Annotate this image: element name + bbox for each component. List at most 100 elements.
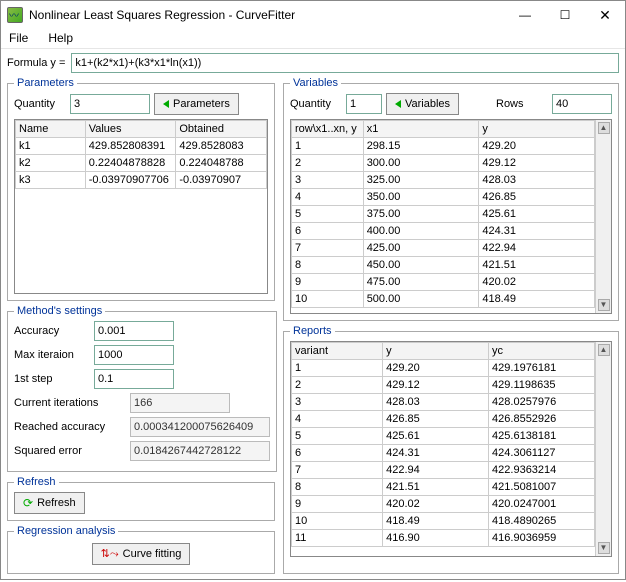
- cell-y[interactable]: 424.31: [383, 445, 489, 462]
- cell-yc[interactable]: 421.5081007: [489, 479, 595, 496]
- variables-button[interactable]: Variables: [386, 93, 459, 115]
- cell-y[interactable]: 425.61: [479, 206, 595, 223]
- cell-obtained[interactable]: 429.8528083: [176, 138, 267, 155]
- cell-yc[interactable]: 418.4890265: [489, 513, 595, 530]
- cell-x1[interactable]: 298.15: [363, 138, 479, 155]
- table-row[interactable]: 2300.00429.12: [292, 155, 595, 172]
- curve-fitting-button[interactable]: ⇅⤳Curve fitting: [92, 543, 191, 565]
- scroll-up-icon[interactable]: ▲: [598, 344, 610, 356]
- cell-x1[interactable]: 325.00: [363, 172, 479, 189]
- table-row[interactable]: 6424.31424.3061127: [292, 445, 595, 462]
- cell-y[interactable]: 428.03: [383, 394, 489, 411]
- cell-row[interactable]: 10: [292, 291, 364, 308]
- cell-y[interactable]: 422.94: [479, 240, 595, 257]
- cell-variant[interactable]: 4: [292, 411, 383, 428]
- cell-x1[interactable]: 350.00: [363, 189, 479, 206]
- cell-y[interactable]: 428.03: [479, 172, 595, 189]
- cell-row[interactable]: 5: [292, 206, 364, 223]
- table-row[interactable]: 5375.00425.61: [292, 206, 595, 223]
- refresh-button[interactable]: ⟳Refresh: [14, 492, 85, 514]
- cell-yc[interactable]: 422.9363214: [489, 462, 595, 479]
- minimize-button[interactable]: —: [505, 1, 545, 29]
- table-row[interactable]: k1429.852808391429.8528083: [16, 138, 267, 155]
- cell-yc[interactable]: 416.9036959: [489, 530, 595, 547]
- table-row[interactable]: 4350.00426.85: [292, 189, 595, 206]
- formula-input[interactable]: [71, 53, 619, 73]
- cell-row[interactable]: 1: [292, 138, 364, 155]
- cell-y[interactable]: 421.51: [383, 479, 489, 496]
- cell-value[interactable]: -0.03970907706: [85, 172, 176, 189]
- cell-variant[interactable]: 2: [292, 377, 383, 394]
- close-button[interactable]: ✕: [585, 1, 625, 29]
- menu-help[interactable]: Help: [44, 29, 77, 48]
- cell-variant[interactable]: 10: [292, 513, 383, 530]
- cell-name[interactable]: k2: [16, 155, 86, 172]
- table-row[interactable]: 1298.15429.20: [292, 138, 595, 155]
- var-qty-input[interactable]: [346, 94, 382, 114]
- table-row[interactable]: 11416.90416.9036959: [292, 530, 595, 547]
- cell-y[interactable]: 421.51: [479, 257, 595, 274]
- table-row[interactable]: 7425.00422.94: [292, 240, 595, 257]
- scroll-down-icon[interactable]: ▼: [598, 542, 610, 554]
- rows-input[interactable]: [552, 94, 612, 114]
- cell-y[interactable]: 429.12: [383, 377, 489, 394]
- table-row[interactable]: 6400.00424.31: [292, 223, 595, 240]
- cell-yc[interactable]: 425.6138181: [489, 428, 595, 445]
- cell-obtained[interactable]: 0.224048788: [176, 155, 267, 172]
- table-row[interactable]: 7422.94422.9363214: [292, 462, 595, 479]
- table-row[interactable]: k3-0.03970907706-0.03970907: [16, 172, 267, 189]
- cell-variant[interactable]: 6: [292, 445, 383, 462]
- cell-variant[interactable]: 1: [292, 360, 383, 377]
- cell-yc[interactable]: 429.1976181: [489, 360, 595, 377]
- cell-y[interactable]: 429.20: [479, 138, 595, 155]
- table-row[interactable]: 1429.20429.1976181: [292, 360, 595, 377]
- cell-row[interactable]: 4: [292, 189, 364, 206]
- cell-x1[interactable]: 450.00: [363, 257, 479, 274]
- cell-y[interactable]: 426.85: [479, 189, 595, 206]
- cell-yc[interactable]: 428.0257976: [489, 394, 595, 411]
- table-row[interactable]: 8421.51421.5081007: [292, 479, 595, 496]
- cell-variant[interactable]: 7: [292, 462, 383, 479]
- table-row[interactable]: 4426.85426.8552926: [292, 411, 595, 428]
- cell-y[interactable]: 416.90: [383, 530, 489, 547]
- cell-y[interactable]: 422.94: [383, 462, 489, 479]
- cell-name[interactable]: k3: [16, 172, 86, 189]
- cell-y[interactable]: 429.20: [383, 360, 489, 377]
- cell-yc[interactable]: 429.1198635: [489, 377, 595, 394]
- param-qty-input[interactable]: [70, 94, 150, 114]
- cell-obtained[interactable]: -0.03970907: [176, 172, 267, 189]
- reports-table[interactable]: variant y yc 1429.20429.19761812429.1242…: [291, 342, 595, 547]
- cell-x1[interactable]: 300.00: [363, 155, 479, 172]
- cell-row[interactable]: 7: [292, 240, 364, 257]
- cell-y[interactable]: 418.49: [479, 291, 595, 308]
- table-row[interactable]: 9420.02420.0247001: [292, 496, 595, 513]
- cell-y[interactable]: 425.61: [383, 428, 489, 445]
- table-row[interactable]: 10500.00418.49: [292, 291, 595, 308]
- maxiter-input[interactable]: [94, 345, 174, 365]
- cell-variant[interactable]: 9: [292, 496, 383, 513]
- cell-row[interactable]: 6: [292, 223, 364, 240]
- cell-value[interactable]: 429.852808391: [85, 138, 176, 155]
- table-row[interactable]: 3428.03428.0257976: [292, 394, 595, 411]
- variables-scrollbar[interactable]: ▲ ▼: [595, 120, 611, 313]
- cell-y[interactable]: 420.02: [479, 274, 595, 291]
- cell-x1[interactable]: 475.00: [363, 274, 479, 291]
- reports-scrollbar[interactable]: ▲ ▼: [595, 342, 611, 556]
- scroll-up-icon[interactable]: ▲: [598, 122, 610, 134]
- parameters-table[interactable]: Name Values Obtained k1429.852808391429.…: [15, 120, 267, 189]
- cell-variant[interactable]: 3: [292, 394, 383, 411]
- cell-y[interactable]: 420.02: [383, 496, 489, 513]
- cell-x1[interactable]: 425.00: [363, 240, 479, 257]
- cell-yc[interactable]: 426.8552926: [489, 411, 595, 428]
- maximize-button[interactable]: ☐: [545, 1, 585, 29]
- table-row[interactable]: 2429.12429.1198635: [292, 377, 595, 394]
- cell-y[interactable]: 426.85: [383, 411, 489, 428]
- cell-variant[interactable]: 5: [292, 428, 383, 445]
- table-row[interactable]: 8450.00421.51: [292, 257, 595, 274]
- table-row[interactable]: 3325.00428.03: [292, 172, 595, 189]
- cell-yc[interactable]: 424.3061127: [489, 445, 595, 462]
- cell-y[interactable]: 424.31: [479, 223, 595, 240]
- table-row[interactable]: 5425.61425.6138181: [292, 428, 595, 445]
- cell-x1[interactable]: 400.00: [363, 223, 479, 240]
- table-row[interactable]: 9475.00420.02: [292, 274, 595, 291]
